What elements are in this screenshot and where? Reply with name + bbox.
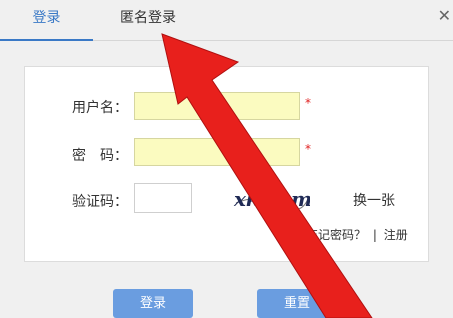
password-field[interactable]: [134, 138, 300, 166]
account-links: 忘记密码？ | 注册: [306, 226, 408, 243]
forgot-password-link[interactable]: 忘记密码？: [306, 228, 366, 242]
username-required-mark: *: [305, 96, 311, 110]
close-icon[interactable]: ✕: [438, 6, 451, 25]
captcha-text: xkwgm: [233, 187, 310, 211]
login-button[interactable]: 登录: [113, 289, 193, 318]
password-required-mark: *: [305, 142, 311, 156]
captcha-image[interactable]: xkwgm: [230, 183, 310, 213]
reset-button[interactable]: 重置: [257, 289, 337, 318]
tab-anonymous-login[interactable]: 匿名登录: [103, 0, 193, 40]
link-separator: |: [372, 228, 377, 242]
refresh-captcha-link[interactable]: 换一张: [353, 190, 395, 210]
register-link[interactable]: 注册: [384, 228, 408, 242]
password-label: 密 码：: [72, 148, 128, 164]
captcha-label: 验证码：: [72, 194, 128, 210]
captcha-input[interactable]: [134, 183, 192, 213]
tab-bar: 登录 匿名登录 ✕: [0, 0, 453, 41]
tab-login[interactable]: 登录: [0, 0, 93, 41]
username-field[interactable]: [134, 92, 300, 120]
username-label: 用户名：: [72, 100, 128, 116]
